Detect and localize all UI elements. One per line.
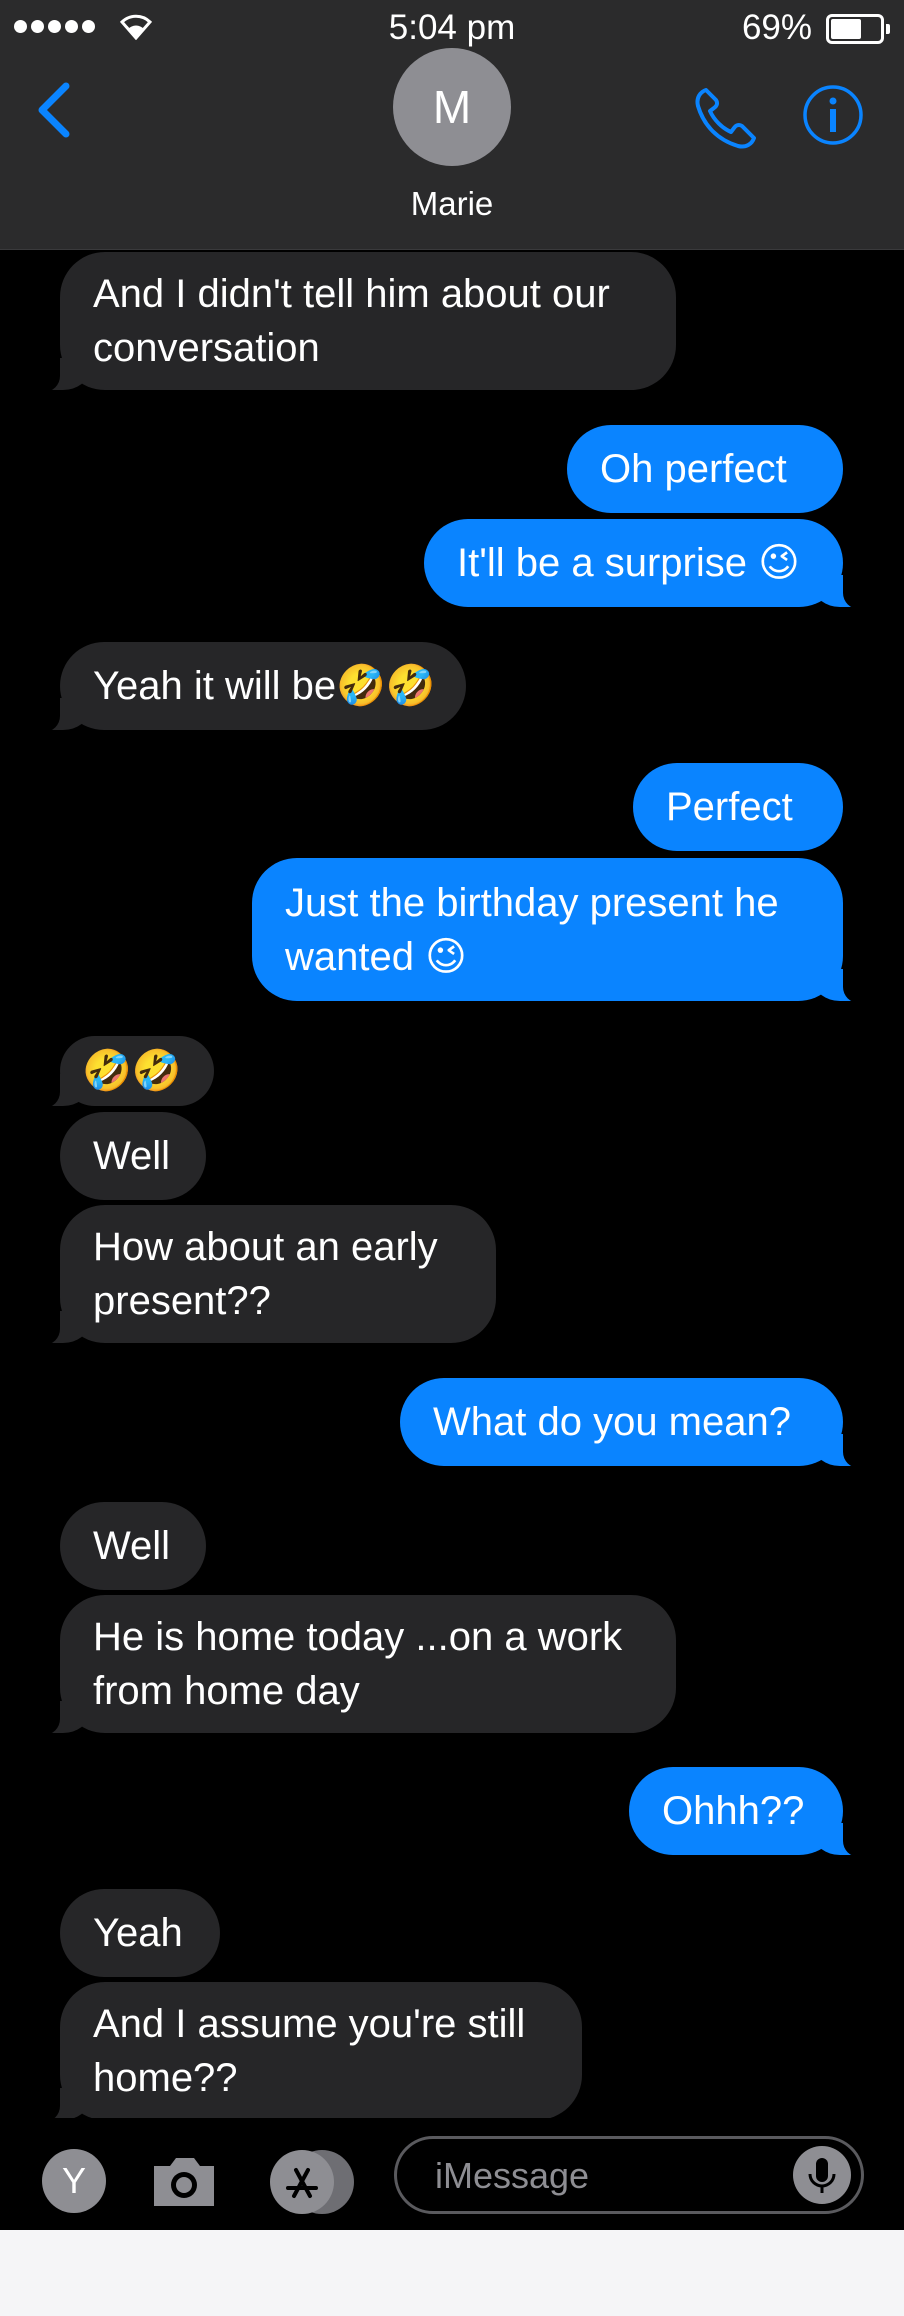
chevron-left-icon[interactable] <box>30 80 80 140</box>
message-text: He is home today ...on a work from home … <box>93 1615 623 1713</box>
message-text: Perfect <box>666 785 793 829</box>
message-bubble-incoming[interactable]: Yeah <box>60 1889 220 1977</box>
message-text: How about an early present?? <box>93 1225 438 1323</box>
app-drawer-button[interactable]: Y <box>42 2149 106 2213</box>
battery-percentage: 69% <box>741 8 812 47</box>
info-icon[interactable] <box>802 84 864 146</box>
message-bubble-outgoing[interactable]: Oh perfect <box>567 425 843 513</box>
message-text: 🤣🤣 <box>82 1049 182 1093</box>
message-input-bar: Y <box>0 2118 904 2230</box>
home-indicator-area <box>0 2230 904 2316</box>
message-text: Well <box>93 1524 171 1568</box>
message-text: Just the birthday present he wanted 😉 <box>285 880 779 979</box>
camera-icon[interactable] <box>148 2150 220 2210</box>
microphone-glyph <box>808 2158 836 2193</box>
contact-name[interactable]: Marie <box>0 185 904 223</box>
message-bubble-outgoing[interactable]: What do you mean? <box>400 1378 869 1468</box>
contact-avatar[interactable]: M <box>393 48 511 166</box>
message-bubble-incoming[interactable]: He is home today ...on a work from home … <box>34 1595 676 1735</box>
message-bubble-outgoing[interactable]: Ohhh?? <box>629 1767 869 1857</box>
message-bubble-incoming[interactable]: How about an early present?? <box>34 1205 496 1345</box>
message-bubble-outgoing[interactable]: Perfect <box>633 763 843 851</box>
message-text: Well <box>93 1134 171 1178</box>
message-bubble-outgoing[interactable]: It'll be a surprise 😉 <box>424 519 869 609</box>
message-text: Oh perfect <box>600 447 787 491</box>
message-bubble-outgoing[interactable]: Just the birthday present he wanted 😉 <box>252 858 869 1003</box>
message-text: Yeah it will be🤣🤣 <box>93 664 436 708</box>
message-text: And I didn't tell him about our conversa… <box>93 272 610 370</box>
message-bubble-incoming[interactable]: Well <box>60 1112 206 1200</box>
imessage-input[interactable] <box>433 2139 797 2213</box>
phone-icon[interactable] <box>692 84 758 150</box>
message-bubble-incoming[interactable]: Well <box>60 1502 206 1590</box>
imessage-field[interactable] <box>394 2136 864 2214</box>
message-bubble-incoming[interactable]: Yeah it will be🤣🤣 <box>34 642 466 732</box>
conversation-header: 5:04 pm 69% M Marie <box>0 0 904 250</box>
message-text: Ohhh?? <box>662 1789 805 1833</box>
app-store-glyph <box>286 2168 318 2198</box>
message-bubble-incoming[interactable]: And I didn't tell him about our conversa… <box>34 252 676 392</box>
status-bar: 5:04 pm 69% <box>0 0 904 52</box>
battery-level-fill <box>831 19 861 39</box>
message-bubble-incoming[interactable]: 🤣🤣 <box>34 1036 214 1108</box>
message-text: What do you mean? <box>433 1400 791 1444</box>
message-text: Yeah <box>93 1911 183 1955</box>
message-bubble-incoming[interactable]: And I assume you're still home?? <box>34 1982 582 2122</box>
app-store-icon[interactable] <box>270 2150 334 2214</box>
message-text: And I assume you're still home?? <box>93 2002 526 2100</box>
message-text: It'll be a surprise 😉 <box>457 541 800 585</box>
battery-icon <box>826 14 890 44</box>
microphone-icon[interactable] <box>793 2146 851 2204</box>
